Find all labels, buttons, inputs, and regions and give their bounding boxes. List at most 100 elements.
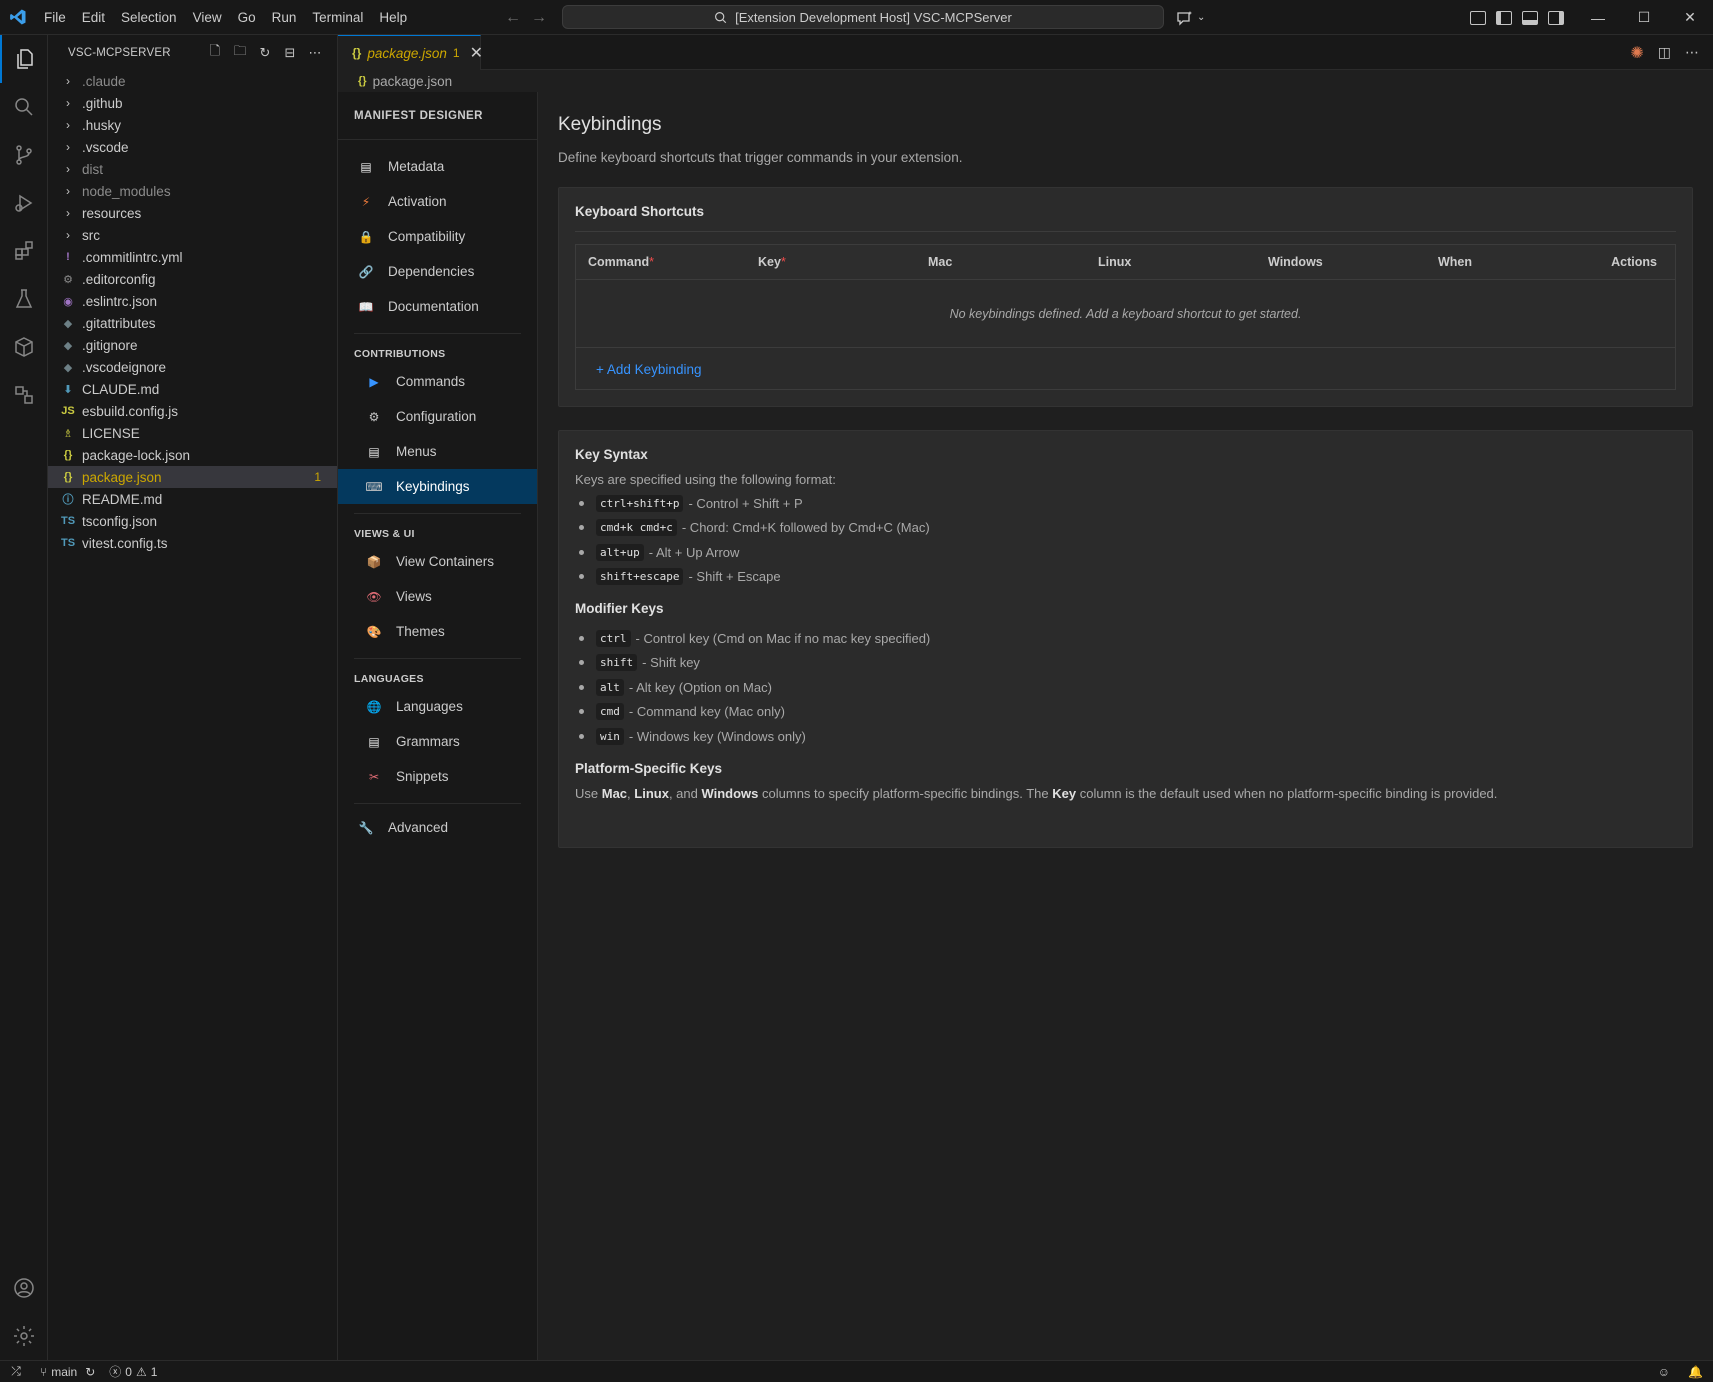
- key-description: - Command key (Mac only): [628, 704, 785, 720]
- search-icon[interactable]: [0, 83, 48, 131]
- modifier-keys-heading: Modifier Keys: [575, 601, 664, 616]
- tree-folder[interactable]: › .vscode: [48, 136, 337, 158]
- mcp-servers-icon[interactable]: [0, 371, 48, 419]
- menu-go[interactable]: Go: [230, 0, 264, 35]
- nav-item-advanced[interactable]: 🔧 Advanced: [338, 810, 537, 845]
- run-debug-icon[interactable]: [0, 179, 48, 227]
- minimize-icon[interactable]: —: [1575, 0, 1621, 35]
- tree-file[interactable]: ⚙ .editorconfig: [48, 268, 337, 290]
- copilot-chat-button[interactable]: ⌄: [1176, 0, 1205, 35]
- menu-terminal[interactable]: Terminal: [304, 0, 371, 35]
- tree-file[interactable]: JS esbuild.config.js: [48, 400, 337, 422]
- close-window-icon[interactable]: ✕: [1667, 0, 1713, 35]
- nav-item-menus[interactable]: ▤ Menus: [338, 434, 537, 469]
- window-controls: — ☐ ✕: [1575, 0, 1713, 35]
- testing-icon[interactable]: [0, 275, 48, 323]
- editor-tabs: {} package.json 1 ✕ ✺ ◫ ⋯: [338, 35, 1713, 70]
- menu-edit[interactable]: Edit: [74, 0, 113, 35]
- command-center-search[interactable]: [Extension Development Host] VSC-MCPServ…: [562, 5, 1164, 29]
- accounts-icon[interactable]: [0, 1264, 48, 1312]
- tree-item-label: esbuild.config.js: [82, 403, 179, 419]
- warning-icon: ⚠: [135, 1364, 147, 1379]
- tree-file[interactable]: ◉ .eslintrc.json: [48, 290, 337, 312]
- tree-file[interactable]: TS tsconfig.json: [48, 510, 337, 532]
- tab-package-json[interactable]: {} package.json 1 ✕: [338, 35, 483, 70]
- toggle-panel-icon[interactable]: [1522, 10, 1538, 25]
- column-header-actions: Actions: [1611, 255, 1657, 269]
- remote-explorer-icon[interactable]: [0, 323, 48, 371]
- tree-file[interactable]: ◆ .vscodeignore: [48, 356, 337, 378]
- copilot-status-icon[interactable]: ☺: [1658, 1365, 1670, 1379]
- tree-folder[interactable]: › node_modules: [48, 180, 337, 202]
- menu-file[interactable]: File: [36, 0, 74, 35]
- branch-indicator[interactable]: ⑂ main ↻: [40, 1365, 95, 1379]
- explorer-icon[interactable]: [0, 35, 48, 83]
- nav-item-commands[interactable]: ▶ Commands: [338, 364, 537, 399]
- nav-item-activation[interactable]: ⚡ Activation: [338, 184, 537, 219]
- notifications-bell-icon[interactable]: 🔔: [1688, 1365, 1703, 1379]
- file-type-icon: JS: [61, 405, 75, 417]
- close-tab-icon[interactable]: ✕: [470, 43, 483, 63]
- tree-file[interactable]: ⓘ README.md: [48, 488, 337, 510]
- nav-item-documentation[interactable]: 📖 Documentation: [338, 289, 537, 324]
- menu-help[interactable]: Help: [371, 0, 415, 35]
- collapse-all-icon[interactable]: ⊟: [282, 45, 298, 61]
- extensions-icon[interactable]: [0, 227, 48, 275]
- tree-folder[interactable]: › .github: [48, 92, 337, 114]
- menu-run[interactable]: Run: [264, 0, 305, 35]
- menu-selection[interactable]: Selection: [113, 0, 185, 35]
- tree-file[interactable]: ◆ .gitattributes: [48, 312, 337, 334]
- nav-item-dependencies[interactable]: 🔗 Dependencies: [338, 254, 537, 289]
- split-editor-icon[interactable]: ◫: [1658, 44, 1671, 61]
- toggle-secondary-sidebar-icon[interactable]: [1548, 10, 1564, 25]
- nav-item-snippets[interactable]: ✂ Snippets: [338, 759, 537, 794]
- bullet: [579, 525, 584, 531]
- tree-file[interactable]: ! .commitlintrc.yml: [48, 246, 337, 268]
- new-file-icon[interactable]: 🗋: [207, 42, 223, 64]
- settings-gear-icon[interactable]: [0, 1312, 48, 1360]
- sync-icon[interactable]: ↻: [85, 1365, 95, 1379]
- menu-view[interactable]: View: [185, 0, 230, 35]
- nav-item-themes[interactable]: 🎨 Themes: [338, 614, 537, 649]
- nav-item-keybindings[interactable]: ⌨ Keybindings: [338, 469, 537, 504]
- tree-file[interactable]: TS vitest.config.ts: [48, 532, 337, 554]
- tree-folder[interactable]: › .husky: [48, 114, 337, 136]
- tree-file[interactable]: {} package.json 1: [48, 466, 337, 488]
- nav-item-views[interactable]: 👁 Views: [338, 579, 537, 614]
- claude-spark-icon[interactable]: ✺: [1630, 43, 1643, 63]
- source-control-icon[interactable]: [0, 131, 48, 179]
- tree-file[interactable]: ⬇ CLAUDE.md: [48, 378, 337, 400]
- tree-folder[interactable]: › .claude: [48, 70, 337, 92]
- file-type-icon: ⬇: [63, 383, 73, 396]
- nav-item-grammars[interactable]: ▤ Grammars: [338, 724, 537, 759]
- new-folder-icon[interactable]: 🗀: [232, 42, 248, 64]
- maximize-icon[interactable]: ☐: [1621, 0, 1667, 35]
- add-keybinding-button[interactable]: + Add Keybinding: [596, 362, 701, 377]
- more-actions-icon[interactable]: ⋯: [1685, 44, 1699, 61]
- nav-item-metadata[interactable]: ▤ Metadata: [338, 149, 537, 184]
- nav-item-configuration[interactable]: ⚙ Configuration: [338, 399, 537, 434]
- nav-item-compatibility[interactable]: 🔒 Compatibility: [338, 219, 537, 254]
- refresh-icon[interactable]: ↻: [257, 45, 273, 61]
- tree-folder[interactable]: › resources: [48, 202, 337, 224]
- tree-item-label: resources: [82, 205, 142, 221]
- nav-item-languages[interactable]: 🌐 Languages: [338, 689, 537, 724]
- tree-file[interactable]: {} package-lock.json: [48, 444, 337, 466]
- nav-item-view-containers[interactable]: 📦 View Containers: [338, 544, 537, 579]
- problems-indicator[interactable]: ⓧ 0 ⚠ 1: [109, 1363, 157, 1380]
- back-arrow-icon[interactable]: ←: [505, 9, 521, 27]
- tree-file[interactable]: ◆ .gitignore: [48, 334, 337, 356]
- chevron-right-icon: ›: [66, 184, 70, 198]
- chevron-right-icon: ›: [66, 96, 70, 110]
- configuration-icon: ⚙: [368, 409, 380, 424]
- tree-file[interactable]: ♗ LICENSE: [48, 422, 337, 444]
- toggle-primary-sidebar-icon[interactable]: [1496, 10, 1512, 25]
- breadcrumb-item[interactable]: package.json: [373, 74, 453, 89]
- tree-folder[interactable]: › src: [48, 224, 337, 246]
- more-actions-icon[interactable]: ⋯: [307, 45, 323, 61]
- forward-arrow-icon[interactable]: →: [531, 9, 547, 27]
- snippets-icon: ✂: [368, 769, 380, 784]
- remote-indicator-icon[interactable]: ⤮: [0, 1361, 32, 1382]
- tree-folder[interactable]: › dist: [48, 158, 337, 180]
- customize-layout-icon[interactable]: [1470, 10, 1486, 25]
